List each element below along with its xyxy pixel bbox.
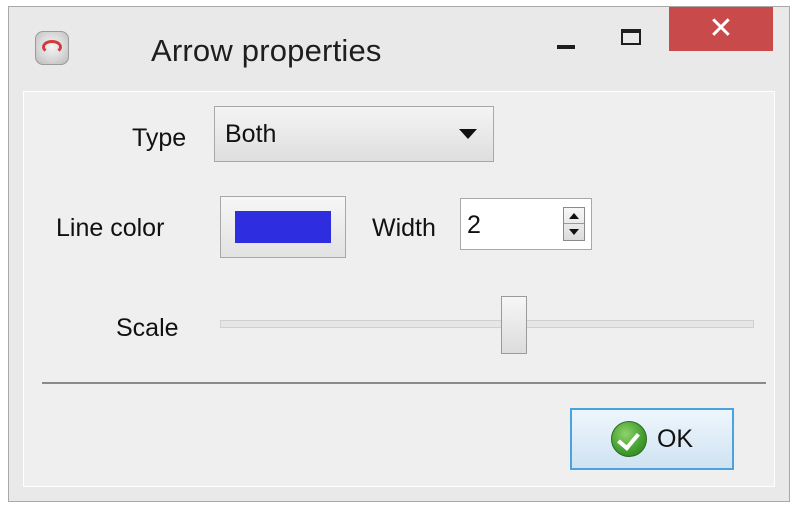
slider-track[interactable]: [220, 320, 754, 328]
line-color-button[interactable]: [220, 196, 346, 258]
line-color-label: Line color: [56, 214, 165, 242]
width-label: Width: [372, 214, 436, 242]
dialog-content: Type Both Line color Width 2 Scale OK: [23, 91, 775, 487]
slider-thumb[interactable]: [500, 296, 527, 354]
arrow-app-icon: [35, 31, 69, 65]
spinner-buttons: [563, 207, 585, 241]
close-button[interactable]: ✕: [669, 7, 773, 51]
check-circle-icon: [610, 421, 647, 457]
type-dropdown-value: Both: [225, 119, 277, 148]
ok-button-label: OK: [656, 424, 694, 453]
ok-button[interactable]: OK: [570, 408, 734, 470]
minimize-button[interactable]: [535, 7, 599, 69]
chevron-down-icon: [459, 129, 477, 139]
title-bar[interactable]: Arrow properties ✕: [9, 7, 789, 87]
scale-slider[interactable]: [220, 292, 754, 356]
close-icon: ✕: [708, 11, 734, 46]
scale-label: Scale: [116, 314, 179, 342]
spinner-up-icon[interactable]: [564, 208, 584, 224]
separator: [42, 382, 766, 384]
width-spinner[interactable]: 2: [460, 198, 592, 250]
width-value[interactable]: 2: [467, 211, 481, 240]
window-title: Arrow properties: [151, 33, 382, 68]
type-label: Type: [132, 124, 187, 152]
arrow-properties-dialog: Arrow properties ✕ Type Both Line color …: [8, 6, 790, 502]
spinner-down-icon[interactable]: [564, 224, 584, 240]
type-dropdown[interactable]: Both: [214, 106, 494, 162]
line-color-swatch: [235, 211, 331, 243]
maximize-button[interactable]: [599, 7, 661, 69]
